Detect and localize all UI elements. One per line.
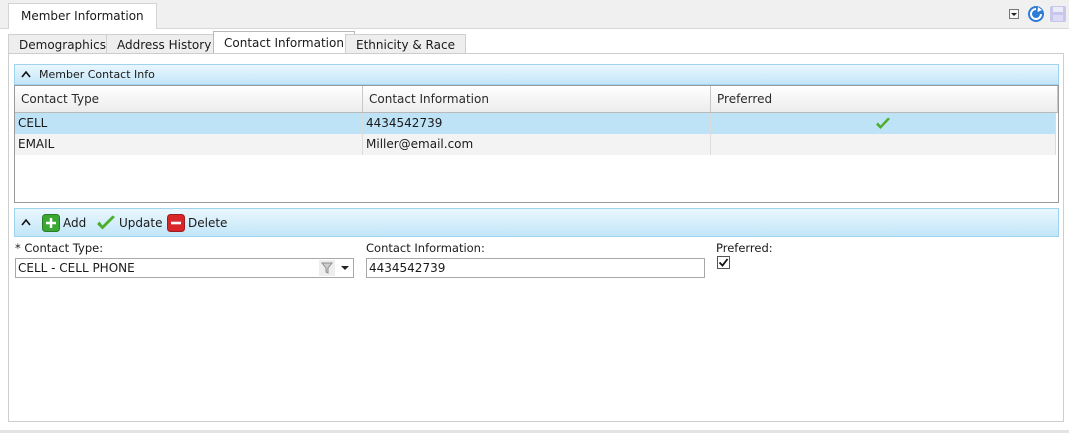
tab-contact-information[interactable]: Contact Information	[213, 31, 355, 55]
contact-type-label: * Contact Type:	[15, 241, 104, 255]
column-header-preferred[interactable]: Preferred	[711, 86, 1058, 112]
window-tab-member-information[interactable]: Member Information	[8, 3, 157, 29]
toolbar-collapse-chevron-icon[interactable]	[21, 212, 31, 233]
grid-header: Contact Type Contact Information Preferr…	[15, 86, 1058, 113]
update-label: Update	[119, 215, 163, 230]
tab-demographics[interactable]: Demographics	[8, 34, 117, 55]
delete-button[interactable]: Delete	[167, 212, 227, 233]
preferred-checkbox[interactable]	[717, 256, 730, 269]
contact-info-panel: Member Contact Info Contact Type Contact…	[8, 53, 1064, 422]
contact-type-value: CELL - CELL PHONE	[18, 261, 135, 275]
contact-information-label: Contact Information:	[366, 241, 485, 255]
add-label: Add	[63, 215, 87, 230]
column-header-contact-information[interactable]: Contact Information	[363, 86, 711, 112]
contact-type-combobox[interactable]: CELL - CELL PHONE	[15, 258, 354, 278]
update-button[interactable]: Update	[96, 212, 162, 233]
dropdown-menu-icon[interactable]	[1005, 4, 1023, 24]
cell-preferred	[711, 134, 1056, 155]
tab-address-history[interactable]: Address History	[106, 34, 223, 55]
contact-information-input[interactable]	[366, 258, 705, 278]
chevron-down-icon[interactable]	[337, 260, 352, 276]
check-icon	[876, 117, 890, 129]
action-toolbar: Add Update Delete	[14, 208, 1059, 237]
refresh-icon[interactable]	[1027, 4, 1045, 24]
member-contact-info-header[interactable]: Member Contact Info	[14, 64, 1059, 85]
preferred-label: Preferred:	[716, 241, 773, 255]
cell-contact-information: 4434542739	[363, 113, 711, 134]
table-row[interactable]: EMAIL Miller@email.com	[15, 134, 1056, 155]
cell-contact-type: CELL	[15, 113, 363, 134]
filter-icon[interactable]	[319, 260, 335, 276]
window-tab-bar: Member Information	[0, 0, 1069, 29]
section-title: Member Contact Info	[39, 68, 155, 81]
cell-preferred	[711, 113, 1056, 134]
cell-contact-information: Miller@email.com	[363, 134, 711, 155]
content-area: Demographics Address History Contact Inf…	[8, 31, 1064, 422]
column-header-contact-type[interactable]: Contact Type	[15, 86, 363, 112]
add-button[interactable]: Add	[42, 212, 86, 233]
delete-label: Delete	[188, 215, 228, 230]
tab-ethnicity-race[interactable]: Ethnicity & Race	[345, 34, 466, 55]
delete-icon	[167, 213, 185, 232]
cell-contact-type: EMAIL	[15, 134, 363, 155]
window-tools	[1005, 3, 1067, 25]
contacts-grid: Contact Type Contact Information Preferr…	[14, 85, 1059, 203]
save-icon[interactable]	[1049, 4, 1067, 24]
table-row[interactable]: CELL 4434542739	[15, 113, 1056, 134]
add-icon	[42, 213, 60, 232]
checkmark-icon	[718, 258, 729, 267]
check-icon	[97, 215, 115, 229]
